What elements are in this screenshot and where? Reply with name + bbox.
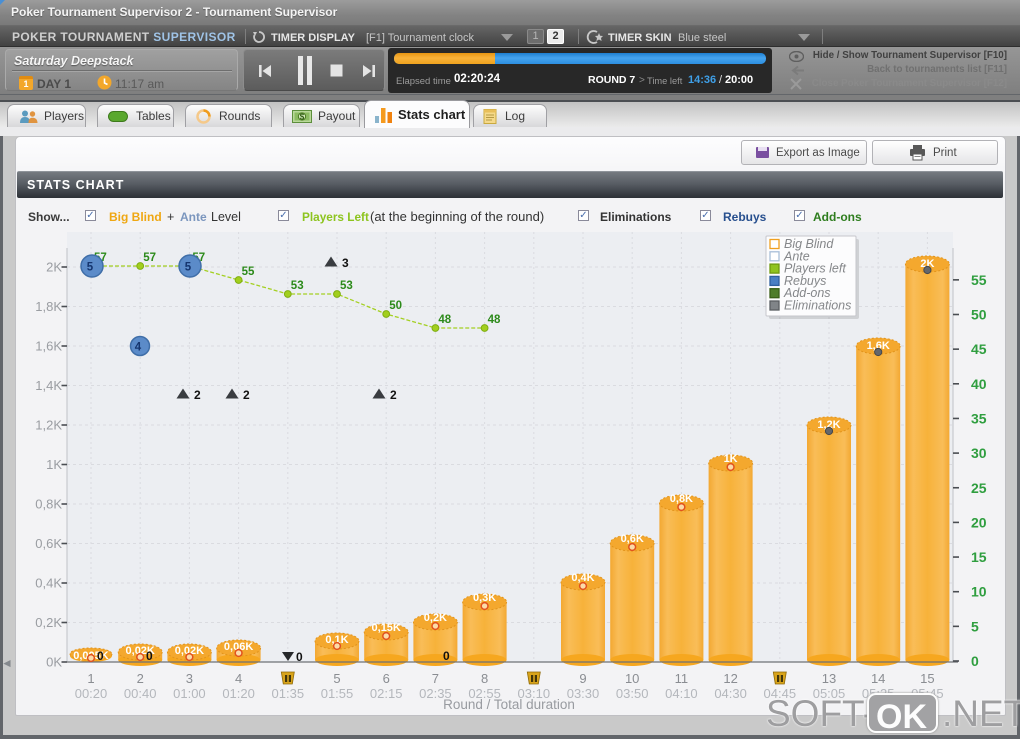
svg-text:6: 6 — [383, 671, 390, 686]
svg-text:53: 53 — [291, 280, 304, 292]
svg-text:0K: 0K — [46, 655, 62, 670]
svg-text:20: 20 — [971, 514, 987, 530]
svg-text:0: 0 — [443, 649, 450, 663]
svg-text:5: 5 — [185, 262, 192, 274]
svg-text:35: 35 — [971, 410, 987, 426]
svg-text:1: 1 — [87, 671, 94, 686]
svg-text:0,4K: 0,4K — [35, 576, 62, 591]
svg-text:2: 2 — [390, 388, 397, 402]
svg-text:01:55: 01:55 — [321, 686, 354, 701]
svg-text:55: 55 — [242, 266, 255, 278]
svg-text:2: 2 — [137, 671, 144, 686]
svg-text:53: 53 — [340, 280, 353, 292]
svg-text:40: 40 — [971, 376, 987, 392]
svg-text:0: 0 — [97, 649, 104, 663]
svg-text:3: 3 — [186, 671, 193, 686]
svg-text:0,8K: 0,8K — [35, 497, 62, 512]
svg-text:00:40: 00:40 — [124, 686, 157, 701]
svg-text:02:15: 02:15 — [370, 686, 403, 701]
svg-text:0: 0 — [971, 653, 979, 669]
svg-text:15: 15 — [971, 549, 987, 565]
svg-text:Eliminations: Eliminations — [784, 299, 851, 313]
svg-text:1,8K: 1,8K — [35, 299, 62, 314]
svg-text:1,2K: 1,2K — [35, 418, 62, 433]
svg-text:14: 14 — [871, 671, 885, 686]
svg-text:1,4K: 1,4K — [35, 378, 62, 393]
svg-text:2: 2 — [194, 388, 201, 402]
svg-text:Round / Total duration: Round / Total duration — [443, 697, 575, 712]
svg-text:9: 9 — [579, 671, 586, 686]
svg-text:25: 25 — [971, 480, 987, 496]
svg-text:4: 4 — [135, 342, 142, 354]
svg-text:7: 7 — [432, 671, 439, 686]
svg-text:10: 10 — [971, 584, 987, 600]
svg-text:0,2K: 0,2K — [35, 615, 62, 630]
svg-text:04:30: 04:30 — [714, 686, 747, 701]
svg-text:0: 0 — [296, 650, 303, 664]
svg-text:55: 55 — [971, 272, 987, 288]
svg-text:5: 5 — [333, 671, 340, 686]
svg-text:5: 5 — [87, 262, 94, 274]
svg-text:8: 8 — [481, 671, 488, 686]
svg-text:0,6K: 0,6K — [35, 536, 62, 551]
svg-text:15: 15 — [920, 671, 934, 686]
svg-text:30: 30 — [971, 445, 987, 461]
svg-text:04:10: 04:10 — [665, 686, 698, 701]
svg-text:11: 11 — [675, 671, 689, 686]
svg-text:◄: ◄ — [1, 656, 13, 670]
svg-text:2: 2 — [243, 388, 250, 402]
svg-text:4: 4 — [235, 671, 242, 686]
svg-text:03:50: 03:50 — [616, 686, 649, 701]
svg-text:12: 12 — [723, 671, 737, 686]
svg-text:50: 50 — [389, 300, 402, 312]
svg-text:1K: 1K — [46, 457, 62, 472]
svg-text:48: 48 — [438, 314, 451, 326]
svg-text:57: 57 — [143, 252, 156, 264]
svg-text:00:20: 00:20 — [75, 686, 108, 701]
svg-text:45: 45 — [971, 341, 987, 357]
svg-text:48: 48 — [488, 314, 501, 326]
svg-text:0: 0 — [146, 649, 153, 663]
svg-text:01:20: 01:20 — [222, 686, 255, 701]
svg-text:1,6K: 1,6K — [35, 339, 62, 354]
svg-text:01:35: 01:35 — [272, 686, 305, 701]
svg-text:2K: 2K — [46, 260, 62, 275]
svg-text:5: 5 — [971, 618, 979, 634]
svg-text:3: 3 — [342, 256, 349, 270]
svg-text:13: 13 — [822, 671, 836, 686]
svg-text:50: 50 — [971, 307, 987, 323]
svg-text:10: 10 — [625, 671, 639, 686]
svg-text:01:00: 01:00 — [173, 686, 206, 701]
